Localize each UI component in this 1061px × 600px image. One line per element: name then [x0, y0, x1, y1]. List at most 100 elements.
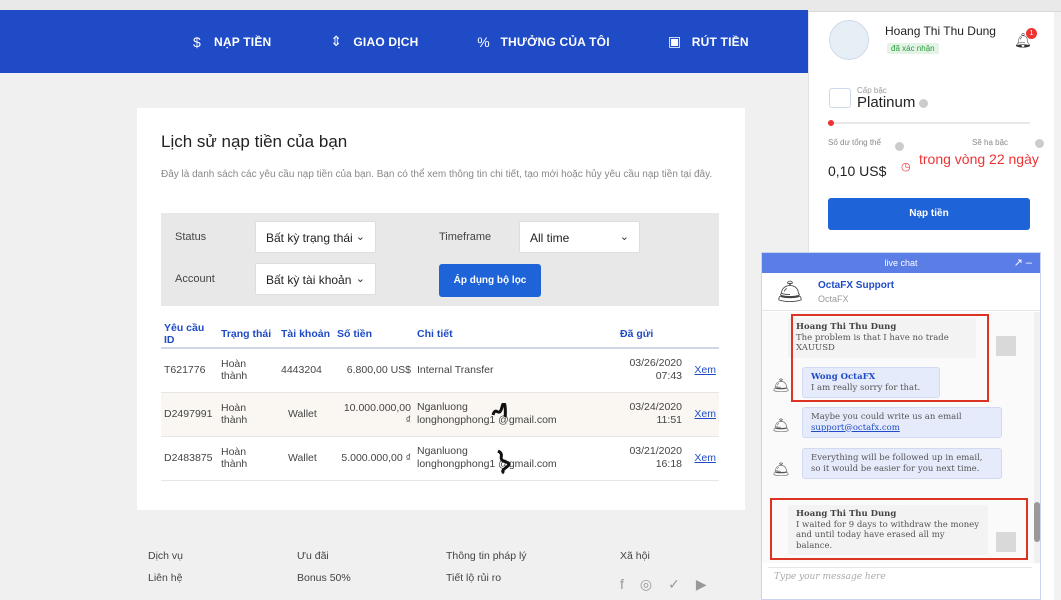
footer-heading: Ưu đãi — [297, 550, 329, 562]
service-bell-icon: 🛎︎ — [772, 417, 790, 433]
balance-value: 0,10 US$ — [828, 163, 887, 179]
nav-deposit-label: NẠP TIỀN — [214, 34, 272, 49]
instagram-icon[interactable]: ◎ — [640, 576, 652, 593]
service-bell-icon: 🛎︎ — [776, 279, 804, 304]
deposit-history-card: Lịch sử nạp tiền của bạn Đây là danh sác… — [137, 108, 745, 510]
page-scrollbar[interactable] — [1054, 12, 1061, 600]
sent-date: 03/26/2020 — [629, 357, 682, 370]
footer-link[interactable]: Liên hệ — [148, 572, 183, 584]
table-row: D2483875 Hoàn thành Wallet 5.000.000,00 … — [161, 436, 719, 481]
notification-badge: 1 — [1026, 28, 1037, 39]
nav-trading[interactable]: ⇕ GIAO DỊCH — [327, 33, 418, 50]
balance-label-text: Số dư tổng thể — [828, 138, 881, 147]
nav-trading-label: GIAO DỊCH — [353, 34, 419, 49]
col-status: Trạng thái — [218, 320, 278, 349]
footer-link[interactable]: Bonus 50% — [297, 572, 351, 584]
user-name: Hoang Thi Thu Dung — [885, 24, 996, 38]
nav-withdraw-label: RÚT TIỀN — [691, 34, 749, 49]
footer-link[interactable]: Tiết lộ rủi ro — [446, 572, 527, 584]
social-icons: f ◎ ✓ ▶ — [620, 576, 707, 593]
support-email-link[interactable]: support@octafx.com — [811, 423, 993, 434]
cell-id: T621776 — [161, 348, 218, 393]
downgrade-value: trong vòng 22 ngày — [919, 151, 1039, 167]
footer-heading: Xã hội — [620, 550, 650, 562]
timeframe-select[interactable]: All time ⌄ — [519, 221, 640, 253]
cell-amount: 5.000.000,00 ₫ — [334, 436, 414, 481]
cell-amount: 10.000.000,00 ₫ — [334, 392, 414, 437]
cell-status: Hoàn thành — [218, 392, 278, 437]
highlight-box — [791, 314, 989, 402]
chat-message-input[interactable]: Type your message here — [768, 567, 1032, 595]
balance-label: Số dư tổng thể — [828, 138, 888, 147]
footer-col-services: Dịch vụ Liên hệ — [148, 550, 183, 594]
cell-account: Wallet — [278, 436, 334, 481]
sent-date: 03/21/2020 — [629, 445, 682, 457]
youtube-icon[interactable]: ▶ — [696, 576, 707, 593]
exchange-icon: ⇕ — [330, 33, 343, 49]
facebook-icon[interactable]: f — [620, 576, 624, 593]
cell-sent: 03/24/2020 11:51 — [617, 392, 685, 437]
service-bell-icon: 🛎︎ — [772, 461, 790, 477]
page-description: Đây là danh sách các yêu cầu nạp tiền củ… — [161, 169, 713, 180]
col-action — [685, 320, 719, 349]
cell-action: Xem — [685, 392, 719, 437]
withdraw-icon: ▣ — [668, 33, 682, 49]
clock-icon: ◷ — [901, 161, 911, 173]
nav-bonus[interactable]: % THƯỞNG CỦA TÔI — [475, 34, 610, 50]
deposit-button[interactable]: Nạp tiền — [828, 198, 1030, 230]
message-text: Everything will be followed up in email,… — [811, 453, 983, 474]
view-link[interactable]: Xem — [694, 408, 716, 420]
chat-scrollbar[interactable] — [1034, 312, 1040, 563]
footer-heading: Dịch vụ — [148, 550, 184, 562]
view-link[interactable]: Xem — [694, 452, 716, 464]
sent-time: 11:51 — [656, 414, 683, 426]
chat-message-agent: Everything will be followed up in email,… — [802, 448, 1002, 479]
help-icon[interactable] — [895, 142, 904, 151]
sent-time: 16:18 — [655, 458, 682, 470]
message-text: Maybe you could write us an email — [811, 412, 962, 422]
sent-time: 07:43 — [655, 370, 682, 383]
downgrade-label: Sẽ hạ bậc — [972, 138, 1009, 147]
nav-withdraw[interactable]: ▣ RÚT TIỀN — [666, 33, 749, 50]
cell-amount: 6.800,00 US$ — [334, 348, 414, 393]
tier-value: Platinum — [857, 94, 929, 111]
view-link[interactable]: Xem — [694, 364, 716, 376]
user-avatar-icon — [996, 336, 1016, 356]
status-select[interactable]: Bất kỳ trạng thái ⌄ — [255, 221, 376, 253]
avatar[interactable] — [829, 20, 869, 60]
detail-line-1: Nganluong — [417, 445, 468, 457]
apply-filter-button[interactable]: Áp dụng bộ lọc — [439, 264, 541, 297]
agent-name: OctaFX Support — [818, 280, 895, 291]
percent-icon: % — [477, 33, 490, 50]
status-label: Status — [175, 231, 207, 243]
help-icon[interactable] — [919, 98, 929, 108]
sent-date: 03/24/2020 — [629, 401, 682, 413]
chevron-down-icon: ⌄ — [355, 273, 365, 285]
redaction-scribble — [497, 449, 511, 474]
cell-sent: 03/26/2020 07:43 — [617, 348, 685, 393]
cell-detail: Nganluong longhongphong1 @gmail.com — [414, 436, 617, 481]
cell-id: D2483875 — [161, 436, 218, 481]
cell-sent: 03/21/2020 16:18 — [617, 436, 685, 481]
cell-status: Hoàn thành — [218, 348, 278, 393]
dollar-icon: $ — [193, 33, 201, 50]
redaction-scribble — [491, 402, 507, 417]
cell-account: Wallet — [278, 392, 334, 437]
filter-panel: Status Bất kỳ trạng thái ⌄ Timeframe All… — [161, 213, 719, 306]
cell-id: D2497991 — [161, 392, 218, 437]
chat-header: live chat ↗ – — [762, 253, 1040, 273]
cell-detail: Nganluong longhongphong1 @gmail.com — [414, 392, 617, 437]
nav-deposit[interactable]: $ NẠP TIỀN — [188, 34, 271, 50]
table-row: T621776 Hoàn thành 4443204 6.800,00 US$ … — [161, 348, 719, 393]
footer-col-promotions: Ưu đãi Bonus 50% — [297, 550, 351, 594]
footer-col-legal: Thông tin pháp lý Tiết lộ rủi ro — [446, 550, 527, 594]
detail-line-1: Internal Transfer — [417, 364, 494, 377]
table-row: D2497991 Hoàn thành Wallet 10.000.000,00… — [161, 392, 719, 437]
footer-heading: Thông tin pháp lý — [446, 550, 527, 562]
twitter-icon[interactable]: ✓ — [668, 576, 680, 593]
chat-window-controls[interactable]: ↗ – — [1014, 253, 1032, 273]
col-detail: Chi tiết — [414, 320, 617, 349]
help-icon[interactable] — [1035, 139, 1044, 148]
account-select[interactable]: Bất kỳ tài khoản ⌄ — [255, 263, 376, 295]
cell-status: Hoàn thành — [218, 436, 278, 481]
